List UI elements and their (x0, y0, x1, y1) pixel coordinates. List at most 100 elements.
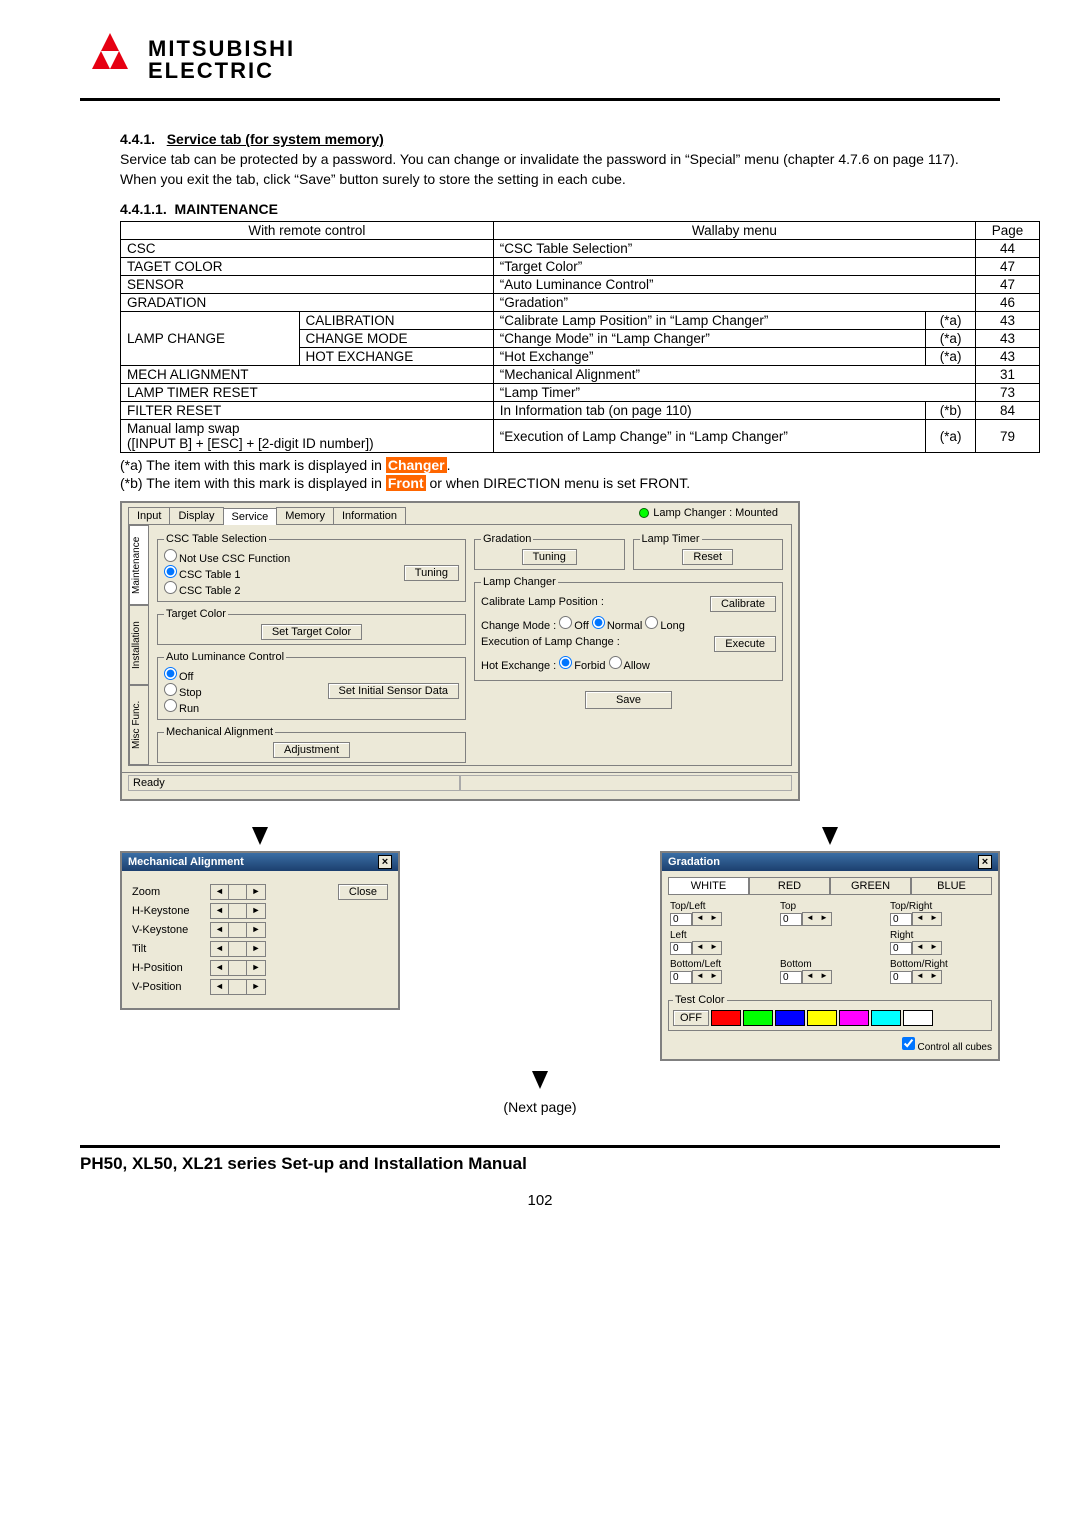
set-target-color-button[interactable]: Set Target Color (261, 624, 362, 640)
grad-cell: Bottom/Left0◄► (670, 959, 770, 984)
testcolor-off-button[interactable]: OFF (673, 1010, 709, 1026)
grad-tab-white[interactable]: WHITE (668, 877, 749, 895)
mech-close-button[interactable]: Close (338, 884, 388, 900)
color-swatch[interactable] (807, 1010, 837, 1026)
table-row: LAMP CHANGECALIBRATION“Calibrate Lamp Po… (121, 312, 1040, 330)
grad-cell: Bottom0◄► (780, 959, 880, 984)
auto-stop-radio[interactable] (164, 683, 177, 696)
stepper[interactable]: ◄► (912, 941, 942, 955)
hot-allow-radio[interactable] (609, 656, 622, 669)
grad-cell: Top/Left0◄► (670, 901, 770, 926)
close-icon[interactable]: × (978, 855, 992, 869)
tab-input[interactable]: Input (128, 507, 170, 524)
mech-row: H-Keystone◄ ► (132, 903, 388, 919)
status-bar: Ready (122, 772, 798, 793)
tab-memory[interactable]: Memory (276, 507, 334, 524)
stepper[interactable]: ◄ ► (210, 903, 266, 919)
grad-tab-blue[interactable]: BLUE (911, 877, 992, 895)
set-initial-sensor-button[interactable]: Set Initial Sensor Data (328, 683, 459, 699)
csc-notuse-radio[interactable] (164, 549, 177, 562)
color-swatch[interactable] (871, 1010, 901, 1026)
table-row: GRADATION“Gradation”46 (121, 294, 1040, 312)
tab-display[interactable]: Display (169, 507, 223, 524)
stepper[interactable]: ◄► (912, 912, 942, 926)
color-swatch[interactable] (775, 1010, 805, 1026)
lamp-timer-reset-button[interactable]: Reset (682, 549, 733, 565)
stepper[interactable]: ◄ ► (210, 979, 266, 995)
control-all-cubes-checkbox[interactable] (902, 1037, 915, 1050)
color-swatch[interactable] (839, 1010, 869, 1026)
close-icon[interactable]: × (378, 855, 392, 869)
stepper[interactable]: ◄► (912, 970, 942, 984)
status-led-icon (639, 508, 649, 518)
lamp-changer-status: Lamp Changer : Mounted (639, 507, 778, 519)
save-button[interactable]: Save (585, 691, 672, 709)
csc-group: CSC Table Selection Not Use CSC Function… (157, 533, 466, 602)
grad-cell: Right0◄► (890, 930, 990, 955)
table-row: MECH ALIGNMENT“Mechanical Alignment”31 (121, 366, 1040, 384)
value-box[interactable]: 0 (670, 971, 692, 984)
execute-button[interactable]: Execute (714, 636, 776, 652)
cm-off-radio[interactable] (559, 616, 572, 629)
value-box[interactable]: 0 (890, 971, 912, 984)
value-box[interactable]: 0 (780, 913, 802, 926)
color-swatch[interactable] (711, 1010, 741, 1026)
calibrate-button[interactable]: Calibrate (710, 596, 776, 612)
brand-text: MITSUBISHI ELECTRIC (148, 38, 295, 82)
gradation-dialog: Gradation × WHITE RED GREEN BLUE Top/Left… (660, 851, 1000, 1061)
paragraph-1: Service tab can be protected by a passwo… (120, 151, 1000, 167)
gradation-tuning-button[interactable]: Tuning (522, 549, 577, 565)
mech-row: Zoom◄ ►Close (132, 884, 388, 900)
footnote-b: (*b) The item with this mark is displaye… (120, 475, 1000, 491)
page-header: MITSUBISHI ELECTRIC (80, 30, 1000, 101)
tab-information[interactable]: Information (333, 507, 406, 524)
stepper[interactable]: ◄ ► (210, 941, 266, 957)
paragraph-2: When you exit the tab, click “Save” butt… (120, 171, 1000, 187)
lamp-changer-group: Lamp Changer Calibrate Lamp Position : C… (474, 576, 783, 681)
value-box[interactable]: 0 (780, 971, 802, 984)
stepper[interactable]: ◄► (802, 970, 832, 984)
stepper[interactable]: ◄► (692, 912, 722, 926)
stepper[interactable]: ◄► (692, 970, 722, 984)
csc-table1-radio[interactable] (164, 565, 177, 578)
value-box[interactable]: 0 (670, 913, 692, 926)
stepper[interactable]: ◄ ► (210, 922, 266, 938)
auto-run-radio[interactable] (164, 699, 177, 712)
stepper[interactable]: ◄ ► (210, 884, 266, 900)
test-color-group: Test Color OFF (668, 994, 992, 1031)
value-box[interactable]: 0 (890, 942, 912, 955)
stepper[interactable]: ◄ ► (210, 960, 266, 976)
value-box[interactable]: 0 (670, 942, 692, 955)
color-swatch[interactable] (743, 1010, 773, 1026)
grad-tab-red[interactable]: RED (749, 877, 830, 895)
mech-adjustment-button[interactable]: Adjustment (273, 742, 350, 758)
cm-normal-radio[interactable] (592, 616, 605, 629)
table-header-page: Page (976, 222, 1040, 240)
tab-service[interactable]: Service (223, 508, 278, 525)
csc-tuning-button[interactable]: Tuning (404, 565, 459, 581)
mech-dialog-title: Mechanical Alignment (128, 856, 244, 868)
hot-forbid-radio[interactable] (559, 656, 572, 669)
stepper[interactable]: ◄► (692, 941, 722, 955)
vtab-maintenance[interactable]: Maintenance (129, 525, 149, 605)
vtab-installation[interactable]: Installation (129, 605, 149, 685)
grad-tab-green[interactable]: GREEN (830, 877, 911, 895)
stepper[interactable]: ◄► (802, 912, 832, 926)
gradation-group: Gradation Tuning (474, 533, 625, 570)
color-swatch[interactable] (903, 1010, 933, 1026)
value-box[interactable]: 0 (890, 913, 912, 926)
cm-long-radio[interactable] (645, 616, 658, 629)
next-page-label: (Next page) (80, 1099, 1000, 1115)
vtab-misc[interactable]: Misc Func. (129, 685, 149, 765)
lamp-timer-group: Lamp Timer Reset (633, 533, 784, 570)
mech-row: V-Position◄ ► (132, 979, 388, 995)
table-header-remote: With remote control (121, 222, 494, 240)
grad-dialog-title: Gradation (668, 856, 720, 868)
arrow-down-icon (252, 827, 268, 845)
changer-highlight: Changer (386, 457, 447, 473)
maintenance-table: With remote control Wallaby menu Page CS… (120, 221, 1040, 453)
csc-table2-radio[interactable] (164, 581, 177, 594)
footnote-a: (*a) The item with this mark is displaye… (120, 457, 1000, 473)
arrow-down-icon (532, 1071, 548, 1089)
auto-off-radio[interactable] (164, 667, 177, 680)
